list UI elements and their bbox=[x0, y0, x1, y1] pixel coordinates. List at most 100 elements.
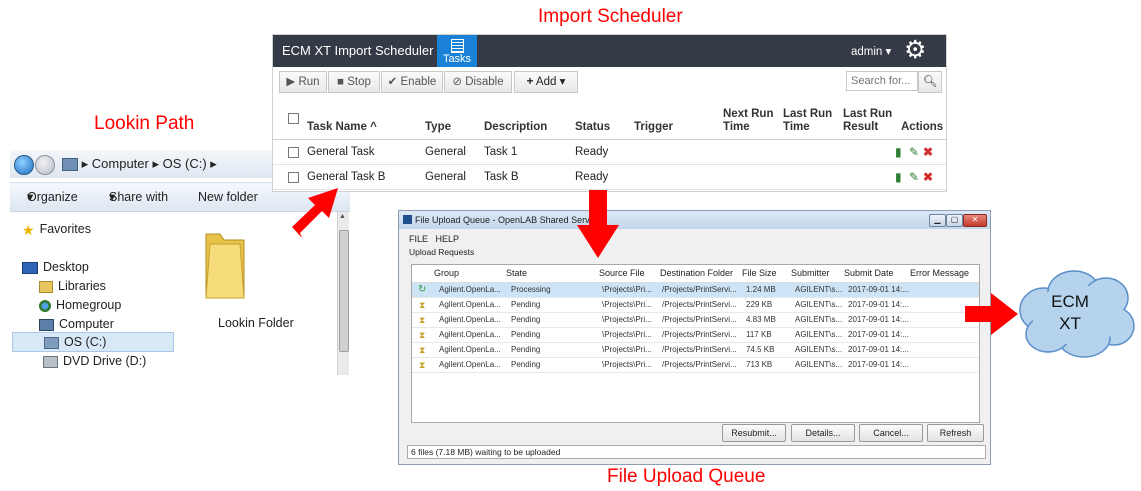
table-row[interactable]: ⧗ Agilent.OpenLa... Pending \Projects\Pr… bbox=[412, 313, 979, 328]
col-last-run[interactable]: Last Run Time bbox=[783, 108, 832, 134]
cancel-button[interactable]: Cancel... bbox=[859, 424, 923, 442]
breadcrumb-computer[interactable]: Computer bbox=[92, 156, 149, 171]
organize-menu[interactable]: Organize ▾ bbox=[27, 183, 78, 211]
table-row[interactable]: ⧗ Agilent.OpenLa... Pending \Projects\Pr… bbox=[412, 328, 979, 343]
grid-header: Group State Source File Destination Fold… bbox=[412, 265, 979, 283]
navigation-tree: ★ Favorites Desktop Libraries Homegroup C… bbox=[10, 212, 175, 375]
tree-desktop[interactable]: Desktop bbox=[22, 258, 89, 276]
row-checkbox[interactable] bbox=[288, 147, 299, 158]
plus-icon: + bbox=[526, 76, 534, 88]
table-row[interactable]: ⧗ Agilent.OpenLa... Pending \Projects\Pr… bbox=[412, 298, 979, 313]
stop-button[interactable]: ■ Stop bbox=[328, 71, 380, 93]
new-folder-button[interactable]: New folder bbox=[198, 183, 258, 211]
sort-ascending-icon: ^ bbox=[370, 121, 377, 133]
section-label: Upload Requests bbox=[409, 247, 475, 257]
menu-file[interactable]: FILE bbox=[409, 234, 428, 244]
user-menu[interactable]: admin ▾ bbox=[851, 44, 891, 58]
edit-icon[interactable]: ✎ bbox=[909, 165, 919, 189]
col-state[interactable]: State bbox=[506, 265, 527, 282]
table-row[interactable]: ↻ Agilent.OpenLa... Processing \Projects… bbox=[412, 283, 979, 298]
close-button[interactable]: ✕ bbox=[963, 214, 987, 227]
task-type: General bbox=[425, 146, 466, 158]
search-icon: 🔍︎ bbox=[922, 76, 938, 88]
scrollbar-thumb[interactable] bbox=[339, 230, 349, 352]
col-actions: Actions bbox=[901, 121, 944, 133]
col-status[interactable]: Status bbox=[575, 121, 610, 134]
col-description[interactable]: Description bbox=[484, 121, 547, 134]
copy-icon[interactable]: ▮ bbox=[895, 165, 902, 189]
tree-favorites[interactable]: ★ Favorites bbox=[22, 220, 91, 238]
tree-dvd-drive[interactable]: DVD Drive (D:) bbox=[43, 352, 146, 370]
minimize-button[interactable]: ▁ bbox=[929, 214, 946, 227]
table-row[interactable]: ⧗ Agilent.OpenLa... Pending \Projects\Pr… bbox=[412, 358, 979, 373]
tree-computer[interactable]: Computer bbox=[39, 315, 114, 333]
breadcrumb-os-drive[interactable]: OS (C:) bbox=[163, 156, 207, 171]
processing-icon: ↻ bbox=[418, 284, 427, 295]
task-status: Ready bbox=[575, 171, 609, 183]
gear-icon[interactable]: ⚙ bbox=[904, 36, 926, 64]
tree-libraries[interactable]: Libraries bbox=[39, 277, 106, 295]
col-date[interactable]: Submit Date bbox=[844, 265, 894, 282]
search-input[interactable] bbox=[846, 71, 918, 91]
status-bar: 6 files (7.18 MB) waiting to be uploaded bbox=[407, 445, 986, 459]
play-icon: ▶ bbox=[286, 76, 296, 88]
col-last-result[interactable]: Last Run Result bbox=[843, 108, 892, 134]
resubmit-button[interactable]: Resubmit... bbox=[722, 424, 786, 442]
col-task-name[interactable]: Task Name ^ bbox=[307, 121, 377, 134]
task-description: Task 1 bbox=[484, 146, 518, 158]
hourglass-icon: ⧗ bbox=[419, 315, 426, 325]
col-size[interactable]: File Size bbox=[742, 265, 777, 282]
app-header: ECM XT Import Scheduler Tasks admin ▾ ⚙ bbox=[273, 35, 946, 67]
toolbar: ▶ Run ■ Stop ✔ Enable ⊘ Disable + Add ▾ … bbox=[273, 71, 946, 93]
menu-help[interactable]: HELP bbox=[436, 234, 460, 244]
details-button[interactable]: Details... bbox=[791, 424, 855, 442]
delete-icon[interactable]: ✖ bbox=[923, 165, 933, 189]
maximize-button[interactable]: ▢ bbox=[946, 214, 963, 227]
dvd-drive-icon bbox=[43, 355, 58, 368]
caption-import-scheduler: Import Scheduler bbox=[538, 6, 683, 27]
table-row[interactable]: ⧗ Agilent.OpenLa... Pending \Projects\Pr… bbox=[412, 343, 979, 358]
hourglass-icon: ⧗ bbox=[419, 300, 426, 310]
folder-icon[interactable] bbox=[200, 228, 250, 302]
tab-tasks[interactable]: Tasks bbox=[437, 35, 477, 67]
table-row[interactable]: General Task General Task 1 Ready ▮ ✎ ✖ bbox=[273, 140, 946, 165]
table-row[interactable]: General Task B General Task B Ready ▮ ✎ … bbox=[273, 165, 946, 190]
col-error[interactable]: Error Message bbox=[910, 265, 969, 282]
arrow-to-queue bbox=[577, 190, 619, 258]
enable-button[interactable]: ✔ Enable bbox=[381, 71, 443, 93]
col-trigger[interactable]: Trigger bbox=[634, 121, 673, 134]
copy-icon[interactable]: ▮ bbox=[895, 140, 902, 164]
tree-homegroup[interactable]: Homegroup bbox=[39, 296, 121, 314]
col-destination[interactable]: Destination Folder bbox=[660, 265, 733, 282]
delete-icon[interactable]: ✖ bbox=[923, 140, 933, 164]
upload-requests-grid: Group State Source File Destination Fold… bbox=[411, 264, 980, 423]
disable-button[interactable]: ⊘ Disable bbox=[444, 71, 512, 93]
col-group[interactable]: Group bbox=[434, 265, 459, 282]
folder-label[interactable]: Lookin Folder bbox=[218, 316, 294, 330]
back-button[interactable] bbox=[14, 155, 34, 175]
app-icon bbox=[403, 215, 412, 224]
add-button[interactable]: + Add ▾ bbox=[514, 71, 578, 93]
col-source[interactable]: Source File bbox=[599, 265, 645, 282]
col-type[interactable]: Type bbox=[425, 121, 451, 134]
file-upload-queue-window: File Upload Queue - OpenLAB Shared Servi… bbox=[398, 210, 991, 465]
forward-button[interactable] bbox=[35, 155, 55, 175]
homegroup-icon bbox=[39, 299, 51, 312]
window-title-bar: File Upload Queue - OpenLAB Shared Servi… bbox=[399, 211, 990, 229]
col-submitter[interactable]: Submitter bbox=[791, 265, 830, 282]
libraries-icon bbox=[39, 280, 53, 293]
arrow-to-scheduler bbox=[292, 188, 338, 238]
col-next-run[interactable]: Next Run Time bbox=[723, 108, 773, 134]
refresh-button[interactable]: Refresh bbox=[927, 424, 984, 442]
ban-icon: ⊘ bbox=[452, 76, 463, 88]
task-table-header: Task Name ^ Type Description Status Trig… bbox=[273, 99, 946, 140]
tree-os-drive[interactable]: OS (C:) bbox=[12, 332, 174, 352]
search-button[interactable]: 🔍︎ bbox=[918, 71, 942, 93]
select-all-checkbox[interactable] bbox=[288, 113, 299, 124]
task-description: Task B bbox=[484, 171, 519, 183]
edit-icon[interactable]: ✎ bbox=[909, 140, 919, 164]
share-with-menu[interactable]: Share with ▾ bbox=[109, 183, 168, 211]
run-button[interactable]: ▶ Run bbox=[279, 71, 327, 93]
hourglass-icon: ⧗ bbox=[419, 360, 426, 370]
hourglass-icon: ⧗ bbox=[419, 345, 426, 355]
